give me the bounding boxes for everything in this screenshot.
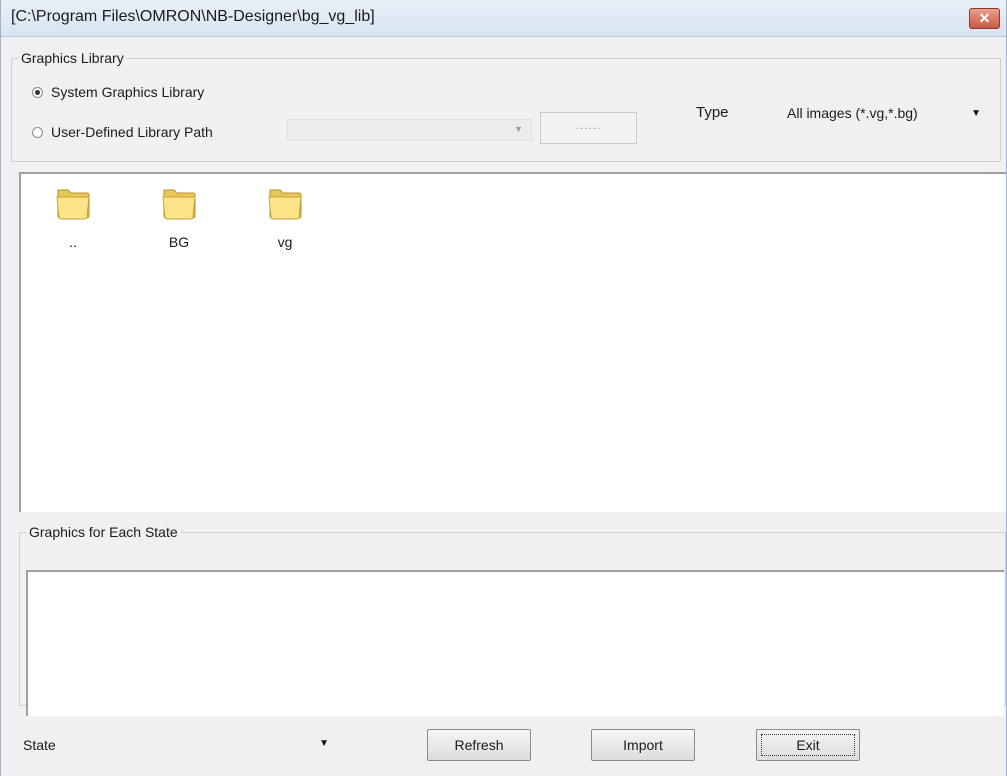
type-dropdown[interactable]: All images (*.vg,*.bg) ▼ bbox=[787, 105, 987, 127]
state-graphics-group: Graphics for Each State bbox=[19, 524, 1006, 716]
browse-label: ...... bbox=[575, 118, 602, 132]
list-item[interactable]: .. bbox=[43, 186, 103, 250]
list-item-label: .. bbox=[69, 234, 77, 250]
exit-button[interactable]: Exit bbox=[756, 729, 860, 761]
import-button[interactable]: Import bbox=[591, 729, 695, 761]
library-path-combo[interactable]: ▼ bbox=[287, 119, 532, 141]
type-label: Type bbox=[696, 104, 729, 121]
system-library-radio[interactable] bbox=[32, 86, 43, 98]
folder-icon bbox=[55, 186, 91, 220]
chevron-down-icon: ▼ bbox=[514, 124, 523, 134]
graphics-library-label: Graphics Library bbox=[21, 50, 124, 66]
state-label: State bbox=[23, 737, 56, 753]
system-library-option[interactable]: System Graphics Library bbox=[32, 84, 204, 100]
user-library-radio[interactable] bbox=[32, 126, 43, 138]
user-library-option[interactable]: User-Defined Library Path bbox=[32, 124, 213, 140]
chevron-down-icon: ▼ bbox=[319, 738, 329, 749]
refresh-button[interactable]: Refresh bbox=[427, 729, 531, 761]
graphics-library-dialog: [C:\Program Files\OMRON\NB-Designer\bg_v… bbox=[0, 0, 1007, 776]
folder-icon bbox=[161, 186, 197, 220]
chevron-down-icon: ▼ bbox=[971, 108, 981, 119]
list-item-label: vg bbox=[277, 234, 293, 250]
state-graphics-preview[interactable] bbox=[26, 570, 1004, 716]
close-button[interactable]: ✕ bbox=[969, 8, 1000, 29]
user-library-label: User-Defined Library Path bbox=[51, 124, 213, 140]
exit-label: Exit bbox=[761, 734, 855, 756]
browse-button[interactable]: ...... bbox=[540, 112, 637, 144]
close-icon: ✕ bbox=[978, 10, 991, 26]
list-item[interactable]: vg bbox=[255, 186, 315, 250]
title-bar: [C:\Program Files\OMRON\NB-Designer\bg_v… bbox=[1, 0, 1006, 37]
list-item-label: BG bbox=[168, 234, 190, 250]
file-browser[interactable]: .. BG vg bbox=[19, 172, 1006, 512]
state-graphics-label: Graphics for Each State bbox=[29, 524, 178, 540]
list-item[interactable]: BG bbox=[149, 186, 209, 250]
system-library-label: System Graphics Library bbox=[51, 84, 205, 100]
state-dropdown[interactable]: ▼ bbox=[79, 730, 333, 758]
type-value: All images (*.vg,*.bg) bbox=[787, 105, 918, 121]
window-title: [C:\Program Files\OMRON\NB-Designer\bg_v… bbox=[11, 8, 375, 25]
folder-icon bbox=[267, 186, 303, 220]
